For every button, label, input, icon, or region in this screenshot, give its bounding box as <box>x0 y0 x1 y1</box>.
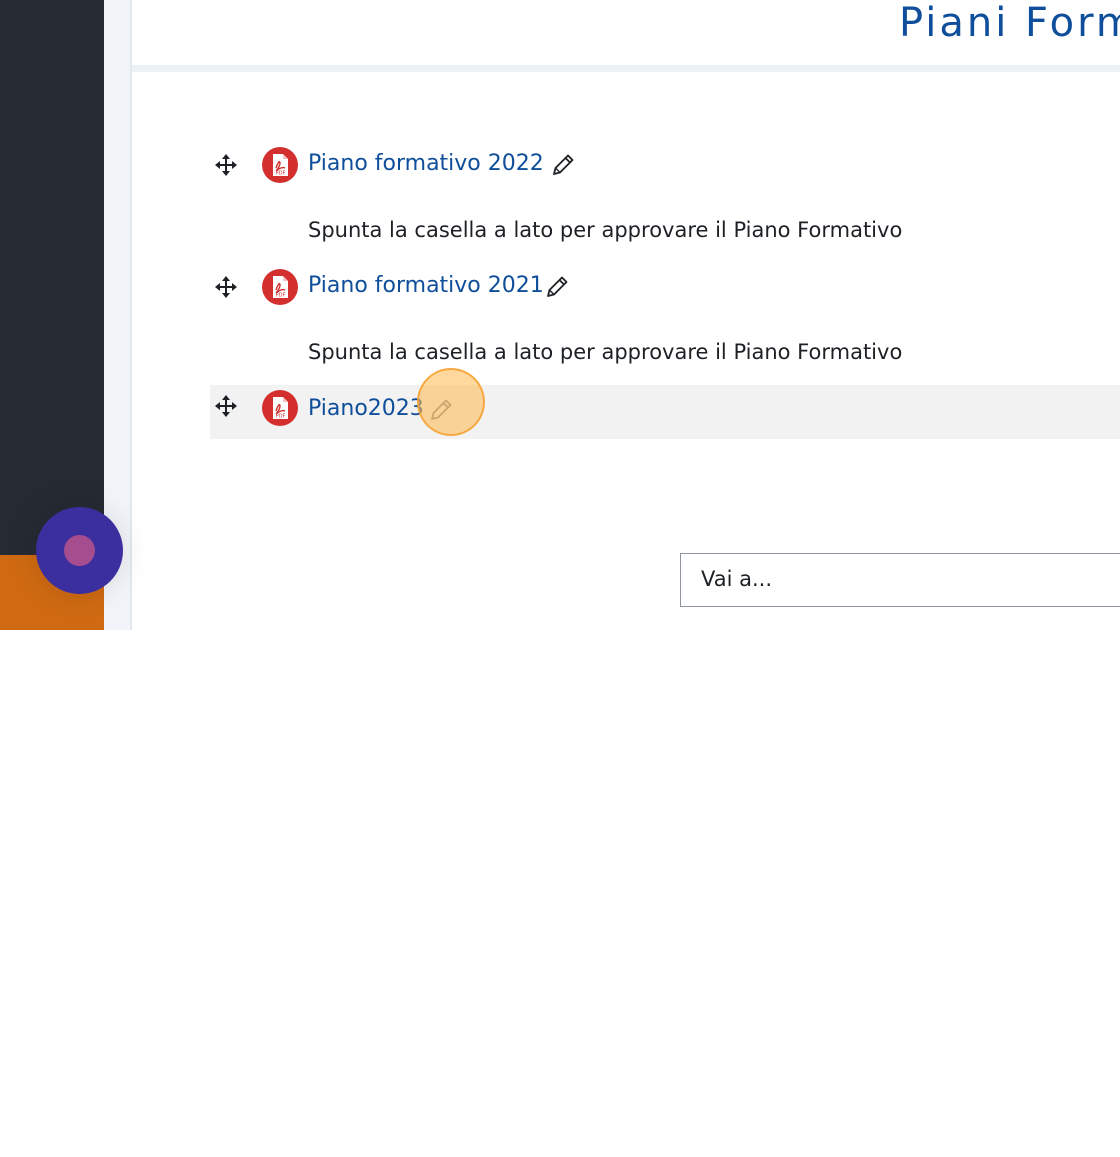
activity-link[interactable]: Piano2023 <box>308 396 424 421</box>
pencil-icon[interactable] <box>550 152 576 178</box>
pdf-icon: PDF <box>262 269 298 305</box>
activity-description: Spunta la casella a lato per approvare i… <box>308 340 903 364</box>
activity-link[interactable]: Piano formativo 2021 <box>308 273 544 298</box>
activity-row: PDF Piano2023 <box>210 385 1120 439</box>
header-separator <box>132 65 1120 72</box>
click-indicator <box>417 368 485 436</box>
jump-to-select[interactable]: Vai a... <box>680 553 1120 607</box>
pdf-icon: PDF <box>262 390 298 426</box>
pdf-icon: PDF <box>262 147 298 183</box>
pencil-icon[interactable] <box>544 274 570 300</box>
activity-row: PDF Piano formativo 2021 <box>210 260 1120 314</box>
accessibility-icon[interactable] <box>38 1129 66 1157</box>
move-icon[interactable] <box>214 153 238 177</box>
svg-text:PDF: PDF <box>276 414 286 420</box>
svg-text:PDF: PDF <box>276 293 286 299</box>
move-icon[interactable] <box>214 275 238 299</box>
floating-assistant-button[interactable] <box>36 507 123 594</box>
activity-row: PDF Piano formativo 2022 <box>210 138 1120 192</box>
assistant-dot-icon <box>64 535 95 566</box>
move-icon[interactable] <box>214 394 238 418</box>
course-section-content: PDF Piano formativo 2022 Spunta la casel… <box>132 72 1120 630</box>
page-title: Piani Form <box>899 0 1120 46</box>
activity-link[interactable]: Piano formativo 2022 <box>308 151 544 176</box>
activity-description: Spunta la casella a lato per approvare i… <box>308 218 903 242</box>
page-header: Piani Form <box>132 0 1120 65</box>
svg-text:PDF: PDF <box>276 171 286 177</box>
jump-to-label: Vai a... <box>701 567 773 591</box>
